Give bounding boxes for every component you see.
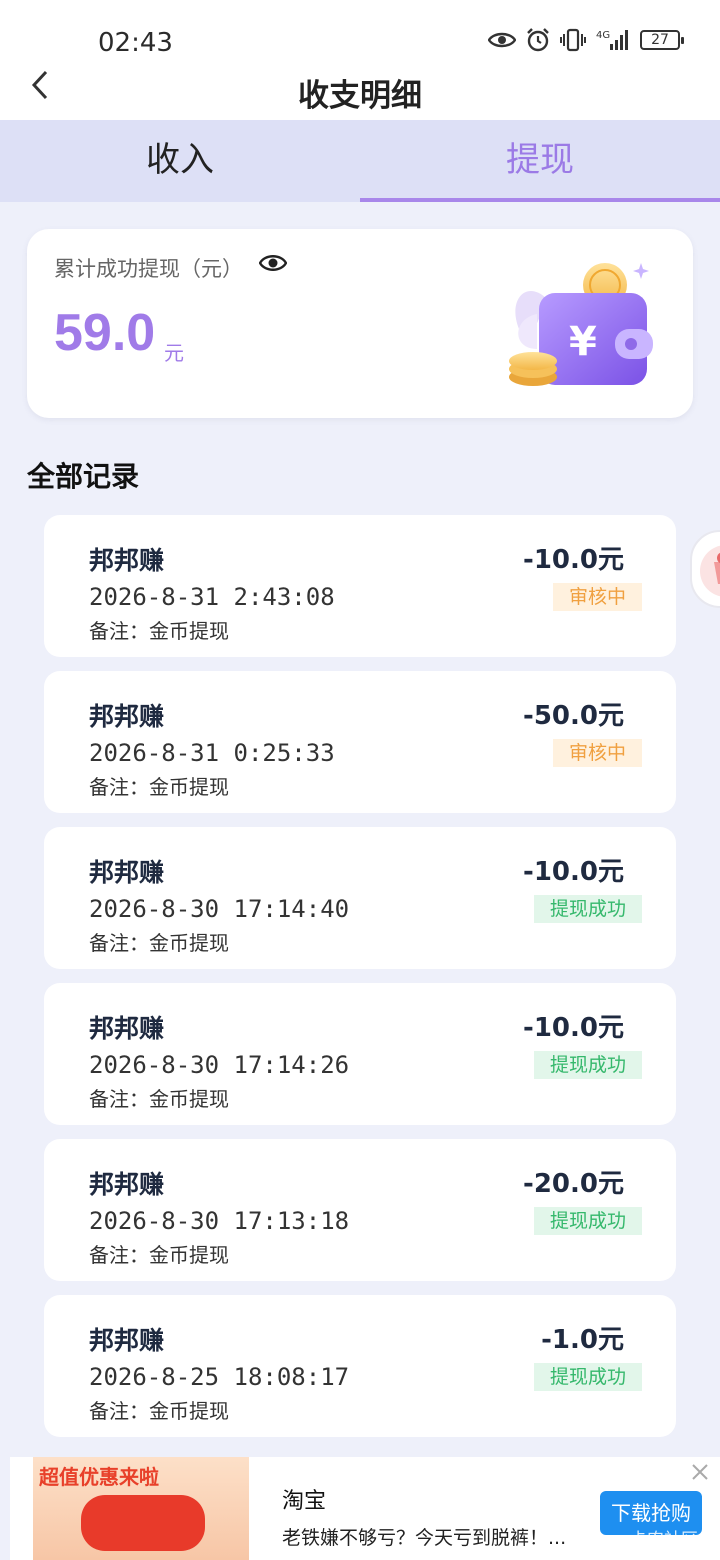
record-status-badge: 审核中 (552, 739, 642, 767)
record-name: 邦邦赚 (89, 858, 165, 887)
ad-image[interactable]: 超值优惠来啦 (33, 1457, 249, 1560)
record-date: 2026-8-30 17:14:40 (89, 895, 350, 923)
record-amount: -20.0元 (523, 1169, 624, 1199)
record-name: 邦邦赚 (89, 546, 165, 575)
record-amount: -50.0元 (523, 701, 624, 731)
wallet-illustration-icon: ¥ (507, 259, 657, 391)
record-status-badge: 提现成功 (533, 1207, 642, 1235)
alarm-icon (526, 28, 550, 52)
ad-image-title: 超值优惠来啦 (39, 1465, 159, 1489)
record-date: 2026-8-25 18:08:17 (89, 1363, 350, 1391)
record-note: 备注：金币提现 (89, 1399, 229, 1423)
record-item[interactable]: 邦邦赚 2026-8-31 2:43:08 备注：金币提现 -10.0元 审核中 (44, 515, 676, 657)
eye-icon (488, 31, 516, 49)
summary-card: 累计成功提现（元） 59.0 元 ¥ (27, 229, 693, 418)
tab-withdraw-label: 提现 (506, 140, 574, 180)
record-amount: -1.0元 (541, 1325, 624, 1355)
watermark: 卡农社区 (630, 1530, 698, 1550)
tab-withdraw[interactable]: 提现 (360, 120, 720, 202)
record-date: 2026-8-30 17:13:18 (89, 1207, 350, 1235)
tab-income[interactable]: 收入 (0, 120, 360, 202)
record-item[interactable]: 邦邦赚 2026-8-30 17:13:18 备注：金币提现 -20.0元 提现… (44, 1139, 676, 1281)
record-amount: -10.0元 (523, 857, 624, 887)
toggle-visibility-eye-icon[interactable] (258, 251, 288, 275)
summary-label: 累计成功提现（元） (54, 257, 243, 281)
record-note: 备注：金币提现 (89, 619, 229, 643)
record-status-badge: 提现成功 (533, 1363, 642, 1391)
network-label: 4G (596, 30, 610, 41)
record-note: 备注：金币提现 (89, 931, 229, 955)
tab-bar: 收入 提现 (0, 120, 720, 202)
tab-active-indicator (360, 198, 720, 202)
record-date: 2026-8-31 2:43:08 (89, 583, 335, 611)
ad-description: 老铁嫌不够亏？今天亏到脱裤！... (282, 1527, 567, 1549)
record-amount: -10.0元 (523, 545, 624, 575)
record-date: 2026-8-30 17:14:26 (89, 1051, 350, 1079)
record-item[interactable]: 邦邦赚 2026-8-31 0:25:33 备注：金币提现 -50.0元 审核中 (44, 671, 676, 813)
status-icons: 4G 27 (488, 28, 684, 52)
vibrate-icon (560, 28, 586, 52)
record-note: 备注：金币提现 (89, 775, 229, 799)
record-amount: -10.0元 (523, 1013, 624, 1043)
status-time: 02:43 (98, 28, 173, 58)
record-item[interactable]: 邦邦赚 2026-8-25 18:08:17 备注：金币提现 -1.0元 提现成… (44, 1295, 676, 1437)
record-status-badge: 审核中 (552, 583, 642, 611)
battery-icon: 27 (640, 30, 684, 50)
signal-icon: 4G (596, 28, 630, 52)
header: 收支明细 (0, 70, 720, 120)
battery-level: 27 (651, 32, 669, 48)
summary-amount: 59.0 (54, 304, 156, 362)
record-date: 2026-8-31 0:25:33 (89, 739, 335, 767)
record-note: 备注：金币提现 (89, 1087, 229, 1111)
floating-gift-icon[interactable] (690, 530, 720, 608)
close-icon[interactable] (690, 1462, 710, 1482)
record-name: 邦邦赚 (89, 1170, 165, 1199)
section-title: 全部记录 (27, 460, 140, 493)
record-status-badge: 提现成功 (533, 895, 642, 923)
record-name: 邦邦赚 (89, 702, 165, 731)
ad-brand: 淘宝 (282, 1489, 327, 1514)
record-note: 备注：金币提现 (89, 1243, 229, 1267)
record-name: 邦邦赚 (89, 1326, 165, 1355)
ad-product-image (81, 1495, 205, 1551)
ad-banner[interactable]: 超值优惠来啦 淘宝 老铁嫌不够亏？今天亏到脱裤！... 下载抢购 卡农社区 (10, 1457, 720, 1560)
records-list: 邦邦赚 2026-8-31 2:43:08 备注：金币提现 -10.0元 审核中… (44, 515, 676, 1451)
record-name: 邦邦赚 (89, 1014, 165, 1043)
svg-text:¥: ¥ (569, 319, 597, 365)
record-item[interactable]: 邦邦赚 2026-8-30 17:14:26 备注：金币提现 -10.0元 提现… (44, 983, 676, 1125)
page-title: 收支明细 (298, 78, 422, 114)
status-bar: 02:43 4G 27 (0, 0, 720, 70)
record-status-badge: 提现成功 (533, 1051, 642, 1079)
summary-unit: 元 (164, 341, 184, 365)
record-item[interactable]: 邦邦赚 2026-8-30 17:14:40 备注：金币提现 -10.0元 提现… (44, 827, 676, 969)
